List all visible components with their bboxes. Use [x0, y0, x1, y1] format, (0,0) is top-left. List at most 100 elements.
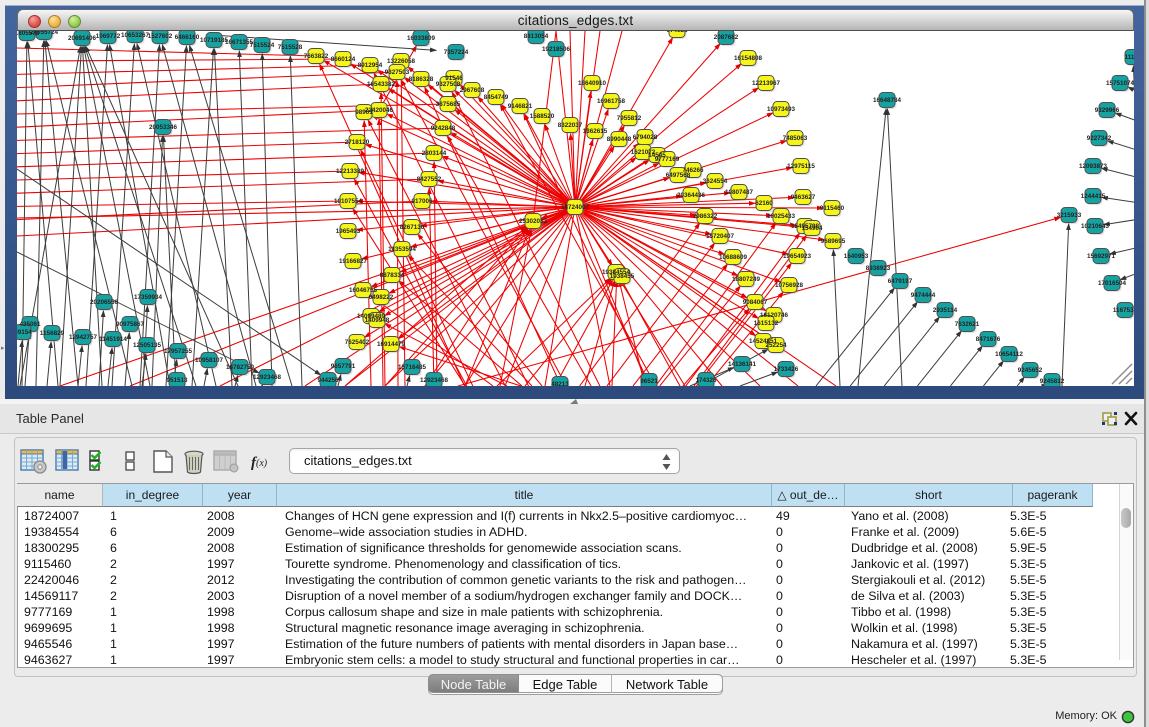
- svg-text:2803144: 2803144: [422, 150, 447, 157]
- svg-text:25302033: 25302033: [519, 218, 548, 225]
- svg-text:15716485: 15716485: [398, 364, 427, 371]
- svg-text:10688609: 10688609: [719, 254, 748, 261]
- svg-text:19218506: 19218506: [542, 46, 571, 53]
- svg-text:1244415: 1244415: [1081, 193, 1106, 200]
- svg-text:39154: 39154: [17, 329, 32, 336]
- svg-text:1069772: 1069772: [96, 33, 121, 40]
- svg-text:2935114: 2935114: [933, 307, 958, 314]
- svg-text:9242848: 9242848: [431, 125, 456, 132]
- svg-text:8471676: 8471676: [976, 336, 1001, 343]
- svg-text:10756928: 10756928: [775, 282, 804, 289]
- svg-text:19654923: 19654923: [783, 253, 812, 260]
- svg-text:8322037: 8322037: [558, 122, 583, 129]
- svg-text:10958107: 10958107: [195, 357, 224, 364]
- svg-text:6466160: 6466160: [175, 34, 200, 41]
- svg-text:15692971: 15692971: [1087, 253, 1116, 260]
- svg-text:7515524: 7515524: [250, 42, 275, 49]
- svg-text:154904: 154904: [801, 225, 823, 232]
- svg-text:1733426: 1733426: [774, 366, 799, 373]
- svg-text:11123: 11123: [1125, 54, 1134, 61]
- svg-text:9115460: 9115460: [820, 205, 845, 212]
- svg-text:6479197: 6479197: [888, 278, 913, 285]
- svg-text:6497568: 6497568: [666, 172, 691, 179]
- svg-text:8454749: 8454749: [484, 94, 509, 101]
- svg-text:7515528: 7515528: [278, 44, 303, 51]
- svg-text:6794028: 6794028: [633, 134, 658, 141]
- svg-text:9327508: 9327508: [436, 81, 461, 88]
- svg-text:16120746: 16120746: [760, 312, 789, 319]
- svg-text:9474444: 9474444: [911, 292, 936, 299]
- svg-text:10653267: 10653267: [121, 32, 150, 39]
- svg-text:20053346: 20053346: [149, 124, 178, 131]
- svg-text:6498222: 6498222: [369, 294, 394, 301]
- svg-text:7986322: 7986322: [693, 213, 718, 220]
- svg-text:12975115: 12975115: [787, 163, 815, 170]
- svg-text:174326: 174326: [695, 377, 717, 384]
- svg-text:17957255: 17957255: [164, 348, 193, 355]
- svg-text:16543382: 16543382: [367, 81, 396, 88]
- svg-text:96521: 96521: [640, 378, 658, 385]
- svg-text:9657791: 9657791: [331, 363, 356, 370]
- svg-text:1615132: 1615132: [754, 320, 779, 327]
- svg-text:252254: 252254: [765, 342, 787, 349]
- svg-text:10807487: 10807487: [725, 189, 754, 196]
- svg-text:16033809: 16033809: [407, 35, 436, 42]
- svg-text:15720407: 15720407: [706, 233, 735, 240]
- svg-text:10107554: 10107554: [334, 198, 363, 205]
- svg-text:16914479: 16914479: [377, 341, 406, 348]
- svg-text:1527602: 1527602: [148, 33, 173, 40]
- svg-text:8912954: 8912954: [358, 62, 383, 69]
- svg-text:20206556: 20206556: [90, 299, 119, 306]
- svg-text:(x): (x): [256, 458, 268, 469]
- svg-text:20364436: 20364436: [677, 192, 706, 199]
- svg-text:12923468: 12923468: [420, 377, 449, 384]
- svg-text:15751074: 15751074: [1106, 80, 1134, 87]
- svg-text:12213967: 12213967: [752, 80, 781, 87]
- svg-text:7955812: 7955812: [617, 115, 642, 122]
- svg-text:1167534: 1167534: [1113, 307, 1134, 314]
- svg-text:1938455: 1938455: [610, 273, 635, 280]
- svg-text:11353594: 11353594: [388, 246, 416, 253]
- svg-text:16154808: 16154808: [734, 55, 763, 62]
- svg-text:12505135: 12505135: [133, 342, 162, 349]
- svg-text:16046755: 16046755: [349, 287, 378, 294]
- svg-text:20691406: 20691406: [68, 35, 97, 42]
- svg-text:3215933: 3215933: [1057, 212, 1082, 219]
- svg-text:974028: 974028: [666, 31, 688, 34]
- svg-text:3624554: 3624554: [703, 178, 728, 185]
- svg-text:9245652: 9245652: [1018, 367, 1043, 374]
- svg-text:2967608: 2967608: [460, 87, 485, 94]
- svg-text:7663822: 7663822: [304, 53, 329, 60]
- svg-text:16782759: 16782759: [226, 364, 255, 371]
- svg-text:9329966: 9329966: [1095, 107, 1120, 114]
- svg-text:18724007: 18724007: [561, 204, 590, 211]
- svg-text:18807249: 18807249: [732, 276, 761, 283]
- svg-text:10210643: 10210643: [1081, 223, 1110, 230]
- svg-text:951513: 951513: [166, 377, 188, 384]
- svg-text:9146821: 9146821: [508, 103, 533, 110]
- svg-text:19166827: 19166827: [339, 258, 368, 265]
- svg-text:24055724: 24055724: [30, 31, 59, 36]
- svg-text:7485063: 7485063: [783, 135, 808, 142]
- svg-text:17016504: 17016504: [1098, 280, 1127, 287]
- svg-text:9777169: 9777169: [655, 156, 680, 163]
- svg-text:16648784: 16648784: [873, 97, 902, 104]
- svg-text:7632621: 7632621: [955, 321, 980, 328]
- svg-text:1409948: 1409948: [365, 317, 390, 324]
- svg-text:944256: 944256: [317, 377, 339, 384]
- svg-text:2718120: 2718120: [345, 139, 370, 146]
- svg-text:9245812: 9245812: [1040, 378, 1065, 385]
- svg-text:8267130: 8267130: [400, 224, 425, 231]
- svg-text:1965493: 1965493: [336, 228, 361, 235]
- svg-text:3875685: 3875685: [436, 101, 461, 108]
- svg-text:8813054: 8813054: [524, 33, 549, 40]
- svg-text:8427552: 8427552: [417, 176, 442, 183]
- svg-text:8938923: 8938923: [866, 265, 891, 272]
- svg-text:12942757: 12942757: [69, 334, 98, 341]
- svg-text:12213389: 12213389: [336, 168, 365, 175]
- svg-text:62160: 62160: [755, 200, 773, 207]
- svg-text:435061: 435061: [19, 321, 41, 328]
- svg-text:48213: 48213: [551, 381, 569, 386]
- svg-text:7357224: 7357224: [444, 49, 469, 56]
- svg-text:90975867: 90975867: [116, 321, 145, 328]
